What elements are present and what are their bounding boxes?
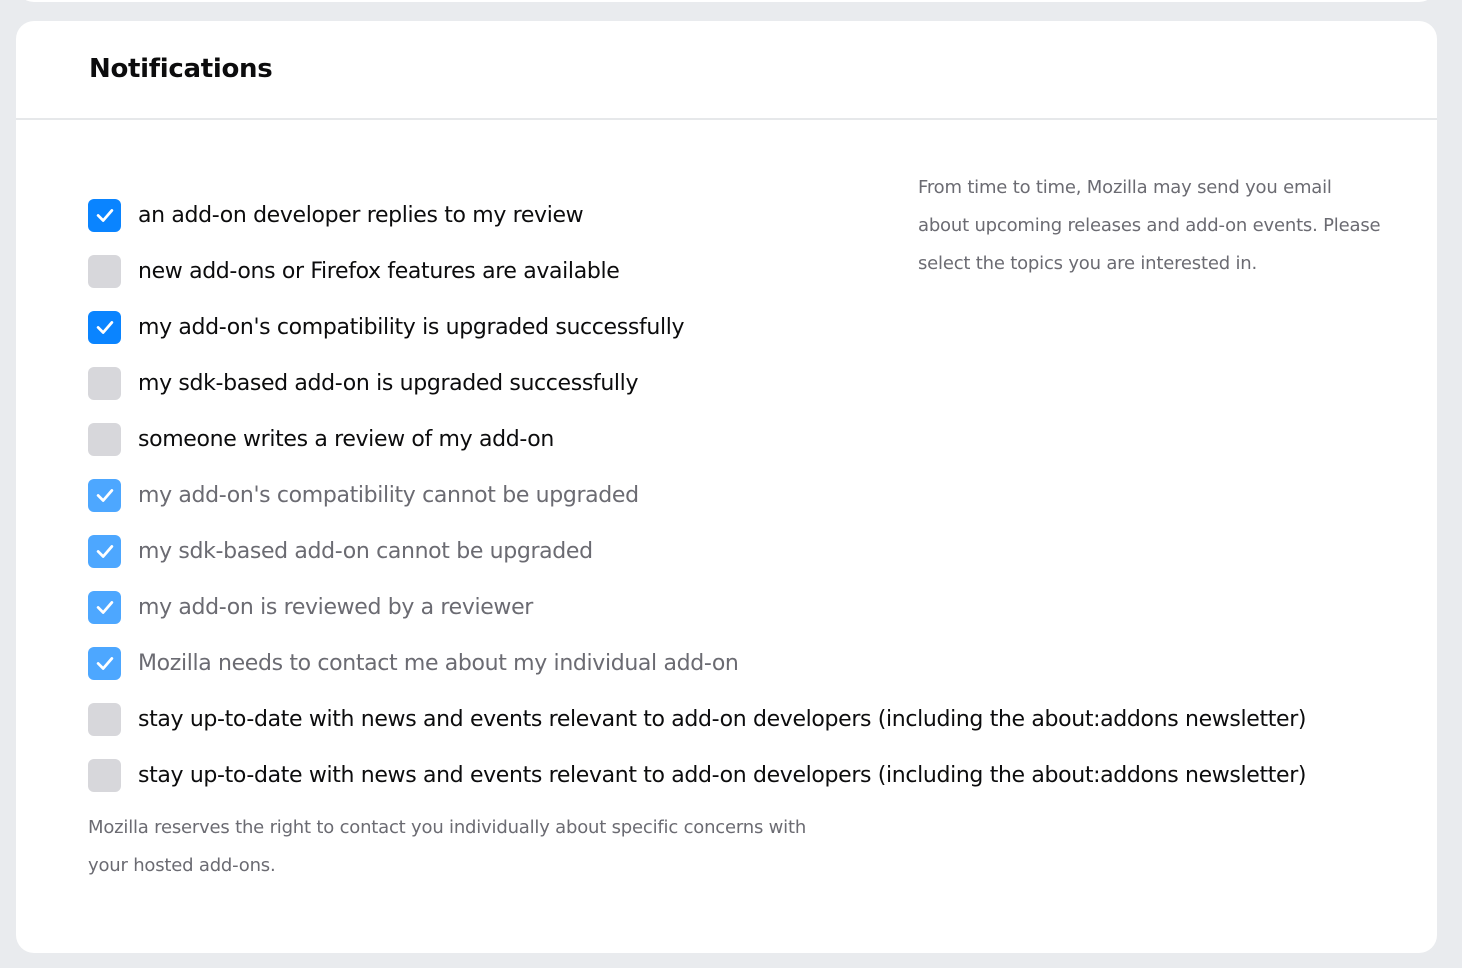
- checkmark-icon: [96, 321, 113, 334]
- notification-option[interactable]: stay up-to-date with news and events rel…: [88, 747, 1307, 803]
- notification-option-label: my sdk-based add-on cannot be upgraded: [138, 538, 593, 564]
- checkmark-icon: [96, 209, 113, 222]
- notification-checkbox[interactable]: [88, 366, 121, 400]
- notification-option[interactable]: my sdk-based add-on is upgraded successf…: [88, 355, 1306, 411]
- notification-option-label[interactable]: stay up-to-date with news and events rel…: [138, 707, 1307, 732]
- notification-option-label[interactable]: my sdk-based add-on is upgraded successf…: [138, 371, 638, 396]
- notification-option[interactable]: my add-on's compatibility is upgraded su…: [88, 299, 1306, 355]
- card-title: Notifications: [89, 54, 273, 84]
- notification-option: my add-on's compatibility cannot be upgr…: [88, 467, 1306, 523]
- notification-checkbox[interactable]: [88, 758, 121, 792]
- notification-option-label: my add-on is reviewed by a reviewer: [138, 594, 533, 620]
- notification-checkbox: [88, 646, 121, 680]
- notifications-card: Notifications From time to time, Mozilla…: [16, 21, 1437, 953]
- notification-option-label[interactable]: an add-on developer replies to my review: [138, 203, 584, 228]
- notification-option-label: Mozilla needs to contact me about my ind…: [138, 650, 739, 676]
- notification-option-label[interactable]: new add-ons or Firefox features are avai…: [138, 259, 620, 284]
- notification-checkbox[interactable]: [88, 702, 121, 736]
- notification-option-label: my add-on's compatibility cannot be upgr…: [138, 482, 639, 508]
- notification-option-label[interactable]: someone writes a review of my add-on: [138, 427, 554, 452]
- notification-options-list: an add-on developer replies to my review…: [88, 187, 1307, 803]
- notifications-footnote: Mozilla reserves the right to contact yo…: [88, 817, 807, 876]
- notification-option: my add-on is reviewed by a reviewer: [88, 579, 1306, 635]
- previous-card: [16, 0, 1437, 2]
- checkmark-icon: [96, 545, 113, 558]
- notification-option-label[interactable]: stay up-to-date with news and events rel…: [138, 763, 1307, 788]
- notification-option[interactable]: new add-ons or Firefox features are avai…: [88, 243, 1306, 299]
- notification-checkbox[interactable]: [88, 422, 121, 456]
- checkmark-icon: [96, 489, 113, 502]
- notification-option-label[interactable]: my add-on's compatibility is upgraded su…: [138, 315, 684, 340]
- notification-checkbox[interactable]: [88, 254, 121, 288]
- notification-checkbox: [88, 478, 121, 512]
- notification-option: my sdk-based add-on cannot be upgraded: [88, 523, 1306, 579]
- notification-option[interactable]: an add-on developer replies to my review: [88, 187, 1306, 243]
- notification-checkbox: [88, 590, 121, 624]
- notification-option: Mozilla needs to contact me about my ind…: [88, 635, 1306, 691]
- card-header: Notifications: [16, 21, 1437, 120]
- notification-checkbox: [88, 534, 121, 568]
- notification-option[interactable]: stay up-to-date with news and events rel…: [88, 691, 1307, 747]
- notification-checkbox[interactable]: [88, 310, 121, 344]
- checkmark-icon: [96, 657, 113, 670]
- notification-checkbox[interactable]: [88, 198, 121, 232]
- checkmark-icon: [96, 601, 113, 614]
- notification-option[interactable]: someone writes a review of my add-on: [88, 411, 1306, 467]
